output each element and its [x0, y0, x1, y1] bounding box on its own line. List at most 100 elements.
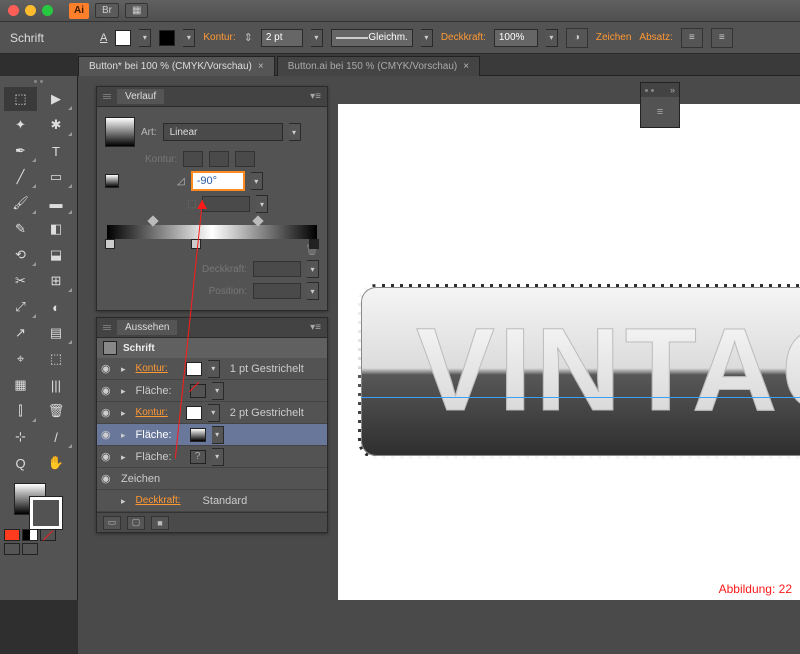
tool-18[interactable]: ↗ [4, 321, 37, 345]
panel-grip[interactable] [103, 94, 111, 99]
artwork-text[interactable]: VINTAG [416, 302, 800, 438]
window-minimize[interactable] [25, 5, 36, 16]
tool-3[interactable]: ✱ [40, 113, 73, 137]
draw-mode-button[interactable] [22, 543, 38, 555]
swatch-unknown[interactable]: ? [190, 450, 206, 464]
panel-menu-icon[interactable]: ▾≡ [310, 91, 321, 102]
tool-27[interactable]: / [40, 425, 73, 449]
new-fill-button[interactable]: ■ [151, 516, 169, 530]
stroke-dash-field[interactable]: Gleichm. [331, 29, 413, 47]
tool-17[interactable]: ◐ [40, 295, 73, 319]
panel-menu-icon[interactable]: ▾≡ [310, 322, 321, 333]
tool-26[interactable]: ⊹ [4, 425, 37, 449]
close-icon[interactable]: × [463, 61, 469, 72]
tool-4[interactable]: ✒ [4, 139, 37, 163]
tool-29[interactable]: ✋ [40, 451, 73, 475]
expand-icon[interactable] [121, 385, 130, 397]
kontur-label[interactable]: Kontur: [203, 32, 235, 43]
tool-5[interactable]: T [40, 139, 73, 163]
appearance-row[interactable]: ◉Fläche: [97, 380, 327, 402]
gradient-type-field[interactable]: Linear [163, 123, 283, 141]
tool-6[interactable]: ╱ [4, 165, 37, 189]
row-label[interactable]: Kontur: [136, 407, 168, 418]
close-icon[interactable]: × [258, 61, 264, 72]
swap-gradient-icon[interactable] [105, 174, 119, 188]
expand-icon[interactable] [121, 363, 130, 375]
appearance-row[interactable]: ◉Fläche:? [97, 446, 327, 468]
tool-28[interactable]: Q [4, 451, 37, 475]
new-stroke-button[interactable]: ▢ [127, 516, 145, 530]
tool-10[interactable]: ✎ [4, 217, 37, 241]
tool-20[interactable]: ⌖ [4, 347, 37, 371]
visibility-icon[interactable]: ◉ [101, 428, 115, 441]
align-left-button[interactable]: ≡ [681, 28, 703, 48]
midpoint-2[interactable] [252, 215, 263, 226]
stroke-swatch[interactable] [159, 30, 175, 46]
tool-16[interactable]: ⤢ [4, 295, 37, 319]
none-mode-button[interactable] [40, 529, 56, 541]
panel-grip[interactable] [103, 325, 111, 330]
zeichen-link[interactable]: Zeichen [596, 32, 632, 43]
gradient-mode-button[interactable] [22, 529, 38, 541]
tool-0[interactable]: ⬚ [4, 87, 37, 111]
tool-8[interactable]: 🖌 [4, 191, 37, 215]
tool-7[interactable]: ▭ [40, 165, 73, 189]
stroke-dd[interactable] [183, 29, 195, 47]
tool-23[interactable]: ||| [40, 373, 73, 397]
gtype-dd[interactable] [289, 123, 301, 141]
expand-icon[interactable] [121, 429, 130, 441]
tool-14[interactable]: ✂ [4, 269, 37, 293]
midpoint-1[interactable] [147, 215, 158, 226]
absatz-link[interactable]: Absatz: [639, 32, 672, 43]
angle-dd[interactable] [251, 172, 263, 190]
tool-12[interactable]: ⟲ [4, 243, 37, 267]
tool-9[interactable]: ▬ [40, 191, 73, 215]
window-close[interactable] [8, 5, 19, 16]
visibility-icon[interactable]: ◉ [101, 406, 115, 419]
gradient-preview[interactable] [105, 117, 135, 147]
swatch[interactable] [186, 406, 202, 420]
stroke-weight-dd[interactable] [311, 29, 323, 47]
tool-2[interactable]: ✦ [4, 113, 37, 137]
fill-dd[interactable] [139, 29, 151, 47]
tool-11[interactable]: ◧ [40, 217, 73, 241]
tool-22[interactable]: ▦ [4, 373, 37, 397]
panel-title[interactable]: Verlauf [117, 89, 164, 104]
appearance-row[interactable]: ◉Zeichen [97, 468, 327, 490]
bridge-button[interactable]: Br [95, 3, 119, 18]
collapsed-panel[interactable]: » ≡ [640, 82, 680, 128]
tool-1[interactable]: ▶ [40, 87, 73, 111]
gradient-ramp[interactable] [107, 225, 317, 239]
swatch-none[interactable] [190, 384, 206, 398]
stroke-proxy[interactable] [30, 497, 62, 529]
row-label[interactable]: Deckkraft: [136, 495, 181, 506]
fill-swatch[interactable] [115, 30, 131, 46]
document-tab-active[interactable]: Button* bei 100 % (CMYK/Vorschau)× [78, 56, 275, 76]
row-label[interactable]: Kontur: [136, 363, 168, 374]
opacity-field[interactable]: 100% [494, 29, 538, 47]
canvas[interactable]: VINTAG Abbildung: 22 [338, 104, 800, 600]
color-mode-button[interactable] [4, 529, 20, 541]
visibility-icon[interactable]: ◉ [101, 472, 115, 485]
swatch[interactable] [186, 362, 202, 376]
expand-icon[interactable] [121, 495, 130, 507]
appearance-row[interactable]: ◉Fläche: [97, 424, 327, 446]
swatch-gradient[interactable] [190, 428, 206, 442]
gradient-stop-1[interactable] [105, 239, 115, 249]
tool-15[interactable]: ⊞ [40, 269, 73, 293]
tool-24[interactable]: ⫿ [4, 399, 37, 423]
tool-21[interactable]: ⬚ [40, 347, 73, 371]
window-maximize[interactable] [42, 5, 53, 16]
dash-dd[interactable] [421, 29, 433, 47]
appearance-row[interactable]: Deckkraft:Standard [97, 490, 327, 512]
gradient-stop-3[interactable] [309, 239, 319, 249]
recolor-button[interactable]: ◑ [566, 28, 588, 48]
stroke-weight-field[interactable]: 2 pt [261, 29, 303, 47]
tool-25[interactable]: 🗑 [40, 399, 73, 423]
appearance-row[interactable]: ◉Kontur:1 pt Gestrichelt [97, 358, 327, 380]
visibility-icon[interactable]: ◉ [101, 362, 115, 375]
layout-button[interactable]: ▦ [125, 3, 148, 18]
char-icon[interactable]: A [100, 32, 107, 44]
tool-19[interactable]: ▤ [40, 321, 73, 345]
expand-icon[interactable] [121, 451, 130, 463]
